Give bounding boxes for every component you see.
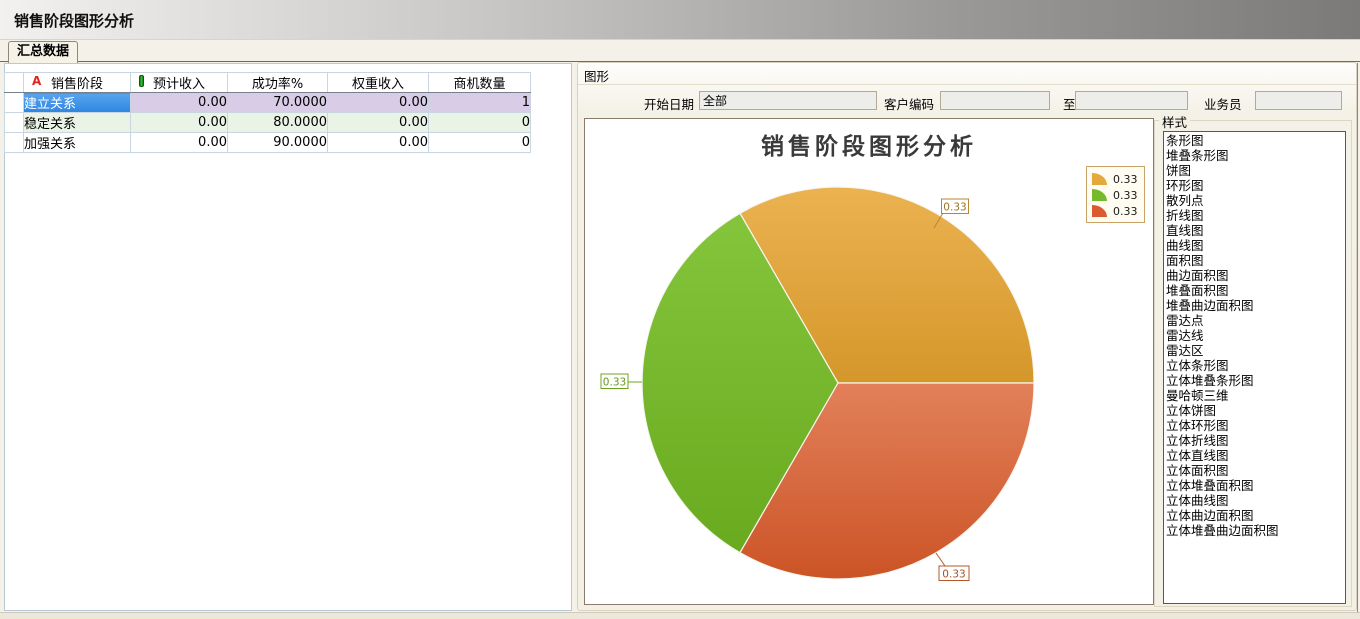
cell-stage[interactable]: 稳定关系 bbox=[24, 113, 131, 133]
pie-chart-area: 销售阶段图形分析 bbox=[584, 118, 1154, 605]
bottom-strip bbox=[0, 612, 1360, 619]
style-option[interactable]: 立体曲边面积图 bbox=[1164, 508, 1345, 523]
style-option[interactable]: 立体堆叠曲边面积图 bbox=[1164, 523, 1345, 538]
cell-success-rate[interactable]: 70.0000 bbox=[228, 93, 328, 113]
summary-table: A 销售阶段 预计收入 成功率% 权重收入 商机数量 建立关系 0.00 bbox=[4, 72, 531, 153]
legend-swatch-red-icon bbox=[1092, 205, 1107, 217]
legend-entry: 0.33 bbox=[1092, 203, 1138, 219]
style-option[interactable]: 立体曲线图 bbox=[1164, 493, 1345, 508]
style-option[interactable]: 堆叠条形图 bbox=[1164, 148, 1345, 163]
legend-swatch-green-icon bbox=[1092, 189, 1107, 201]
start-date-label: 开始日期 bbox=[644, 94, 694, 113]
tab-strip: 汇总数据 bbox=[0, 41, 1360, 62]
style-option[interactable]: 雷达线 bbox=[1164, 328, 1345, 343]
start-date-input[interactable] bbox=[699, 91, 877, 110]
cell-weighted-income[interactable]: 0.00 bbox=[328, 93, 429, 113]
style-option[interactable]: 条形图 bbox=[1164, 133, 1345, 148]
style-option[interactable]: 堆叠面积图 bbox=[1164, 283, 1345, 298]
style-option[interactable]: 堆叠曲边面积图 bbox=[1164, 298, 1345, 313]
cell-weighted-income[interactable]: 0.00 bbox=[328, 113, 429, 133]
style-option[interactable]: 曲线图 bbox=[1164, 238, 1345, 253]
panel-right-edge bbox=[1357, 63, 1358, 612]
graph-panel-caption: 图形 bbox=[584, 66, 609, 85]
row-indicator[interactable] bbox=[5, 93, 24, 113]
customer-code-label: 客户编码 bbox=[884, 94, 934, 113]
style-option[interactable]: 饼图 bbox=[1164, 163, 1345, 178]
style-group-caption: 样式 bbox=[1159, 112, 1190, 131]
to-label: 至 bbox=[1063, 94, 1076, 113]
caption-separator bbox=[578, 84, 1356, 85]
col-header-opportunity-count[interactable]: 商机数量 bbox=[429, 73, 531, 93]
table-row[interactable]: 加强关系 0.00 90.0000 0.00 0 bbox=[5, 133, 531, 153]
pie-chart: 0.33 0.33 0.33 bbox=[585, 119, 1153, 604]
legend-entry: 0.33 bbox=[1092, 187, 1138, 203]
cell-weighted-income[interactable]: 0.00 bbox=[328, 133, 429, 153]
style-option[interactable]: 立体面积图 bbox=[1164, 463, 1345, 478]
style-option[interactable]: 曲边面积图 bbox=[1164, 268, 1345, 283]
cell-success-rate[interactable]: 90.0000 bbox=[228, 133, 328, 153]
legend-entry: 0.33 bbox=[1092, 171, 1138, 187]
style-option[interactable]: 立体直线图 bbox=[1164, 448, 1345, 463]
page-title: 销售阶段图形分析 bbox=[14, 10, 134, 31]
cell-expected-income[interactable]: 0.00 bbox=[131, 113, 228, 133]
row-indicator[interactable] bbox=[5, 113, 24, 133]
style-option[interactable]: 立体环形图 bbox=[1164, 418, 1345, 433]
slice-label-green: 0.33 bbox=[603, 377, 626, 389]
col-header-success-rate[interactable]: 成功率% bbox=[228, 73, 328, 93]
row-indicator-header bbox=[5, 73, 24, 93]
table-row[interactable]: 稳定关系 0.00 80.0000 0.00 0 bbox=[5, 113, 531, 133]
slice-label-red: 0.33 bbox=[942, 569, 965, 581]
main-content: A 销售阶段 预计收入 成功率% 权重收入 商机数量 建立关系 0.00 bbox=[0, 63, 1360, 612]
style-option[interactable]: 立体条形图 bbox=[1164, 358, 1345, 373]
legend-swatch-orange-icon bbox=[1092, 173, 1107, 185]
cell-stage[interactable]: 加强关系 bbox=[24, 133, 131, 153]
style-option[interactable]: 立体堆叠条形图 bbox=[1164, 373, 1345, 388]
col-header-weighted-income[interactable]: 权重收入 bbox=[328, 73, 429, 93]
tab-label: 汇总数据 bbox=[17, 44, 69, 59]
table-row[interactable]: 建立关系 0.00 70.0000 0.00 1 bbox=[5, 93, 531, 113]
salesperson-input[interactable] bbox=[1255, 91, 1342, 110]
style-group: 样式 条形图 堆叠条形图 饼图 环形图 散列点 折线图 直线图 曲线图 面积图 … bbox=[1154, 120, 1352, 607]
style-option[interactable]: 折线图 bbox=[1164, 208, 1345, 223]
cell-success-rate[interactable]: 80.0000 bbox=[228, 113, 328, 133]
col-header-expected-income[interactable]: 预计收入 bbox=[131, 73, 228, 93]
graph-panel: 图形 开始日期 客户编码 至 业务员 销售阶段图形分析 bbox=[577, 62, 1357, 611]
style-option[interactable]: 雷达区 bbox=[1164, 343, 1345, 358]
row-indicator[interactable] bbox=[5, 133, 24, 153]
style-option[interactable]: 立体饼图 bbox=[1164, 403, 1345, 418]
customer-code-input[interactable] bbox=[940, 91, 1050, 110]
cell-stage-selected[interactable]: 建立关系 bbox=[24, 93, 131, 113]
cell-expected-income[interactable]: 0.00 bbox=[131, 133, 228, 153]
cell-opportunity-count[interactable]: 1 bbox=[429, 93, 531, 113]
red-letter-a-icon: A bbox=[32, 74, 41, 88]
style-option[interactable]: 曼哈顿三维 bbox=[1164, 388, 1345, 403]
customer-code-to-input[interactable] bbox=[1075, 91, 1188, 110]
style-option[interactable]: 雷达点 bbox=[1164, 313, 1345, 328]
cell-opportunity-count[interactable]: 0 bbox=[429, 113, 531, 133]
tab-summary-data[interactable]: 汇总数据 bbox=[8, 41, 78, 63]
cell-expected-income[interactable]: 0.00 bbox=[131, 93, 228, 113]
label-connector-red bbox=[936, 553, 945, 566]
style-option[interactable]: 直线图 bbox=[1164, 223, 1345, 238]
style-option[interactable]: 面积图 bbox=[1164, 253, 1345, 268]
app-window: 销售阶段图形分析 汇总数据 A 销售阶段 bbox=[0, 0, 1360, 619]
chart-legend: 0.33 0.33 0.33 bbox=[1086, 166, 1145, 223]
style-option[interactable]: 散列点 bbox=[1164, 193, 1345, 208]
salesperson-label: 业务员 bbox=[1204, 94, 1242, 113]
style-option[interactable]: 立体堆叠面积图 bbox=[1164, 478, 1345, 493]
chart-style-listbox[interactable]: 条形图 堆叠条形图 饼图 环形图 散列点 折线图 直线图 曲线图 面积图 曲边面… bbox=[1163, 131, 1346, 604]
slice-label-orange: 0.33 bbox=[943, 202, 966, 214]
style-option[interactable]: 立体折线图 bbox=[1164, 433, 1345, 448]
cell-opportunity-count[interactable]: 0 bbox=[429, 133, 531, 153]
green-bar-icon bbox=[139, 75, 144, 87]
col-header-stage[interactable]: A 销售阶段 bbox=[24, 73, 131, 93]
window-titlebar: 销售阶段图形分析 bbox=[0, 0, 1360, 40]
table-header-row: A 销售阶段 预计收入 成功率% 权重收入 商机数量 bbox=[5, 73, 531, 93]
style-option[interactable]: 环形图 bbox=[1164, 178, 1345, 193]
